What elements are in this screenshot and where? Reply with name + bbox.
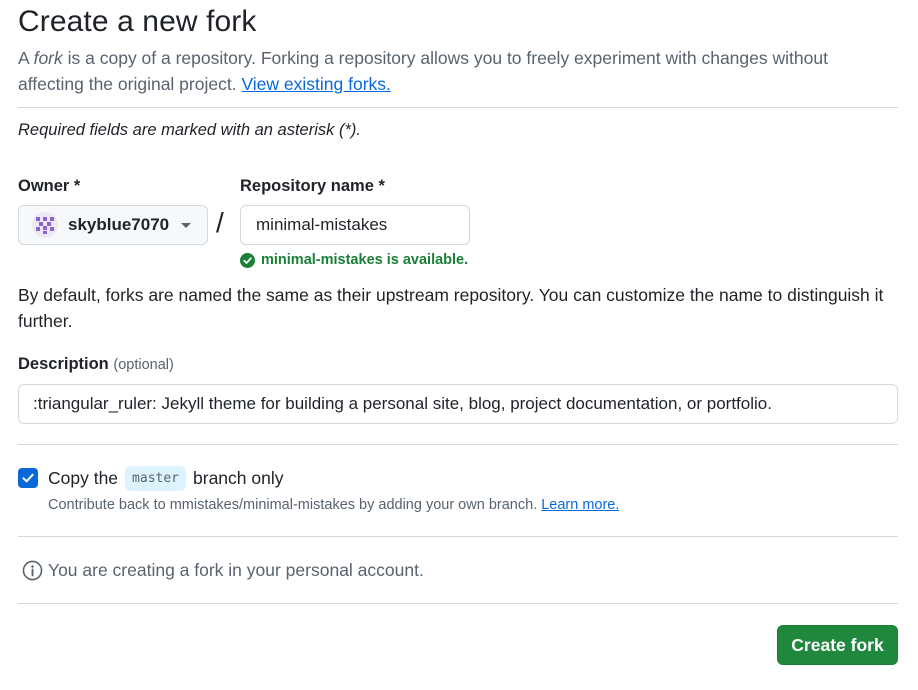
optional-tag: (optional) [113,357,174,373]
branch-name-code: master [125,466,187,491]
owner-repo-separator: / [216,207,224,238]
repository-name-label: Repository name * [240,177,385,195]
copy-branch-prefix: Copy the [48,468,119,488]
divider [18,603,898,604]
intro-text: A fork is a copy of a repository. Forkin… [18,45,898,97]
description-label: Description (optional) [18,355,174,374]
required-fields-note: Required fields are marked with an aster… [18,121,361,139]
availability-text: minimal-mistakes is available. [261,252,469,268]
learn-more-link[interactable]: Learn more. [541,497,619,513]
personal-account-text: You are creating a fork in your personal… [48,560,424,580]
divider [18,107,898,108]
copy-branch-checkbox[interactable] [18,468,38,488]
intro-text-rest: is a copy of a repository. Forking a rep… [18,48,828,94]
contribute-back-text: Contribute back to mmistakes/minimal-mis… [48,497,538,513]
caret-down-icon [181,223,191,228]
identicon-icon [36,217,54,234]
default-name-note: By default, forks are named the same as … [18,285,884,331]
divider [18,444,898,445]
create-fork-button[interactable]: Create fork [777,625,898,665]
info-icon [22,560,43,581]
availability-message: minimal-mistakes is available. [240,252,468,268]
description-input[interactable] [18,384,898,424]
view-existing-forks-link[interactable]: View existing forks. [241,74,390,94]
check-circle-icon [240,252,255,268]
divider [18,536,898,537]
intro-text-start: A [18,48,34,68]
contribute-back-note: Contribute back to mmistakes/minimal-mis… [48,497,619,513]
owner-select-button[interactable]: skyblue7070 [18,205,208,245]
personal-account-info: You are creating a fork in your personal… [22,560,424,581]
description-label-text: Description [18,355,109,373]
page-title: Create a new fork [18,5,257,38]
repository-name-input[interactable] [240,205,470,245]
fork-term: fork [33,48,63,68]
owner-label: Owner * [18,177,81,195]
avatar [32,212,58,238]
checkmark-icon [22,473,34,483]
copy-branch-label[interactable]: Copy the master branch only [48,466,284,491]
copy-branch-suffix: branch only [193,468,284,488]
owner-name: skyblue7070 [68,215,170,234]
